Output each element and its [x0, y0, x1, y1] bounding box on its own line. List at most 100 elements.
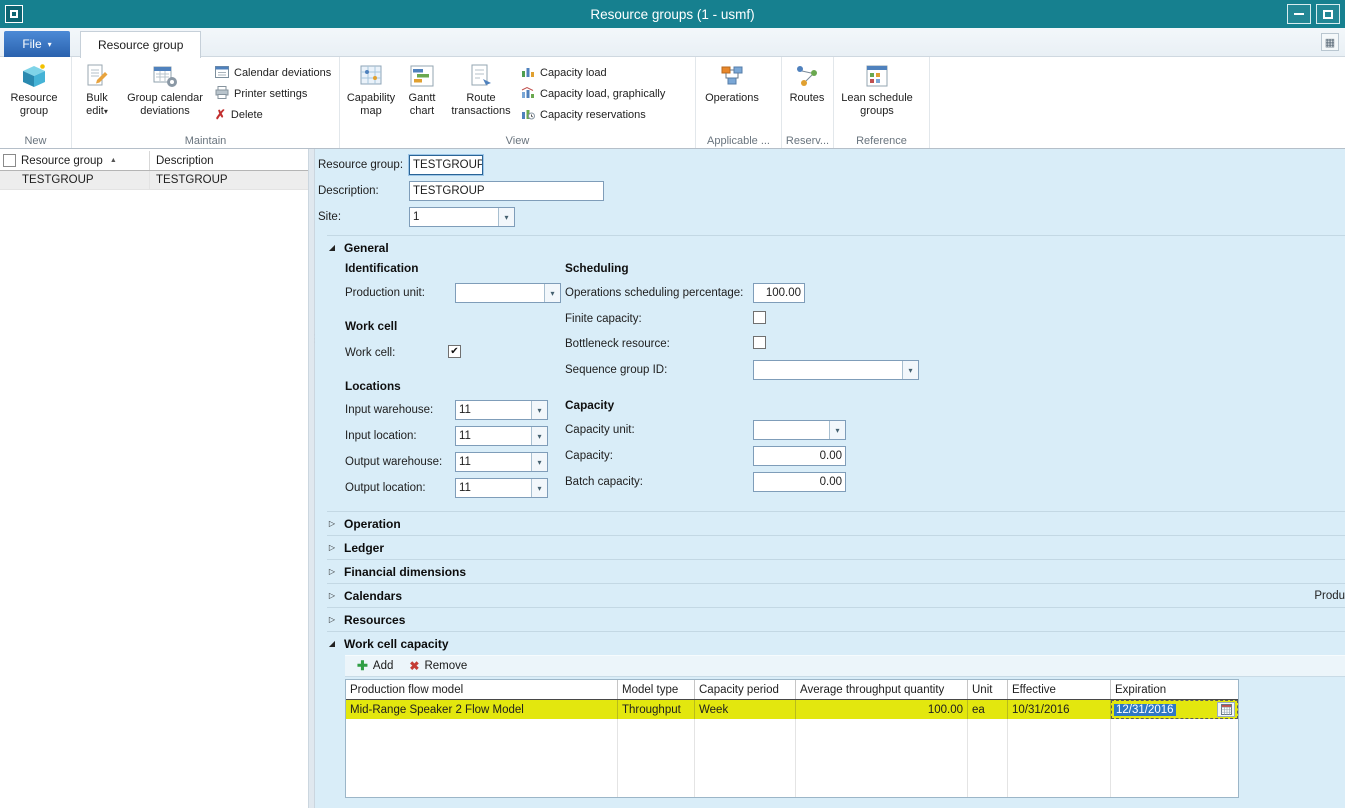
list-header-description[interactable]: Description — [150, 151, 308, 170]
capacity-load-graphically-label: Capacity load, graphically — [540, 88, 665, 100]
file-menu-button[interactable]: File ▾ — [4, 31, 70, 57]
resource-group-input[interactable]: TESTGROUP — [409, 155, 483, 175]
route-transactions-button[interactable]: Route transactions — [445, 59, 517, 118]
production-unit-value — [456, 284, 544, 302]
capacity-reservations-button[interactable]: Capacity reservations — [521, 106, 665, 123]
dropdown-arrow-icon[interactable]: ▾ — [531, 427, 547, 445]
col-average-throughput-quantity[interactable]: Average throughput quantity — [796, 680, 968, 699]
bulk-edit-button[interactable]: Bulk edit▾ — [75, 59, 119, 118]
content-area: Resource group ▲ Description TESTGROUP T… — [0, 149, 1345, 808]
printer-settings-label: Printer settings — [234, 88, 307, 100]
capability-map-label: Capability map — [343, 92, 399, 118]
section-resources[interactable]: ▷ Resources — [327, 607, 1345, 631]
capacity-load-graphically-button[interactable]: Capacity load, graphically — [521, 85, 665, 102]
site-field-label: Site: — [318, 211, 341, 223]
resource-group-field-label: Resource group: — [318, 159, 403, 171]
capacity-input[interactable]: 0.00 — [753, 446, 846, 466]
printer-settings-button[interactable]: Printer settings — [215, 85, 331, 102]
expiration-selected-value: 12/31/2016 — [1114, 704, 1176, 716]
route-transactions-icon — [468, 62, 494, 90]
date-picker-button[interactable] — [1217, 702, 1235, 717]
printer-icon — [215, 86, 229, 102]
list-header-row: Resource group ▲ Description — [0, 151, 308, 171]
capacity-load-label: Capacity load — [540, 67, 607, 79]
select-all-checkbox[interactable] — [3, 154, 16, 167]
input-location-combo[interactable]: 11 ▾ — [455, 426, 548, 446]
finite-capacity-checkbox[interactable] — [753, 311, 766, 324]
work-cell-checkbox[interactable]: ✔ — [448, 345, 461, 358]
bottleneck-resource-checkbox[interactable] — [753, 336, 766, 349]
section-calendars[interactable]: ▷ Calendars Produ — [327, 583, 1345, 607]
section-work-cell-capacity[interactable]: ◢ Work cell capacity — [327, 631, 1345, 655]
dropdown-arrow-icon[interactable]: ▾ — [531, 453, 547, 471]
maximize-button[interactable] — [1316, 4, 1340, 24]
bulk-edit-label: Bulk edit▾ — [75, 92, 119, 118]
minimize-button[interactable] — [1287, 4, 1311, 24]
window-title: Resource groups (1 - usmf) — [0, 7, 1345, 22]
chart-clock-icon — [521, 107, 535, 123]
cell-unit: ea — [968, 700, 1008, 719]
list-row-testgroup[interactable]: TESTGROUP TESTGROUP — [0, 171, 308, 190]
col-expiration[interactable]: Expiration — [1111, 680, 1238, 699]
calendar-deviations-button[interactable]: Calendar deviations — [215, 64, 331, 81]
section-general[interactable]: ◢ General — [327, 235, 1345, 259]
col-capacity-period[interactable]: Capacity period — [695, 680, 796, 699]
dropdown-arrow-icon[interactable]: ▾ — [902, 361, 918, 379]
capability-map-button[interactable]: Capability map — [343, 59, 399, 118]
ribbon-group-applicable: Operations Applicable ... — [696, 57, 782, 148]
list-header-resource-group[interactable]: Resource group ▲ — [0, 151, 150, 170]
output-warehouse-value: 11 — [456, 453, 531, 471]
list-header-description-label: Description — [156, 155, 214, 167]
input-location-value: 11 — [456, 427, 531, 445]
layout-toggle-icon[interactable]: ▦ — [1321, 33, 1339, 51]
section-ledger[interactable]: ▷ Ledger — [327, 535, 1345, 559]
description-input[interactable]: TESTGROUP — [409, 181, 604, 201]
dropdown-arrow-icon[interactable]: ▾ — [531, 401, 547, 419]
col-unit[interactable]: Unit — [968, 680, 1008, 699]
chevron-down-icon: ▾ — [48, 40, 52, 49]
capacity-load-button[interactable]: Capacity load — [521, 64, 665, 81]
detail-form: Resource group: TESTGROUP Description: T… — [315, 149, 1345, 808]
section-operation[interactable]: ▷ Operation — [327, 511, 1345, 535]
grid-data-row-highlighted[interactable]: Mid-Range Speaker 2 Flow Model Throughpu… — [346, 700, 1238, 719]
section-financial-dimensions[interactable]: ▷ Financial dimensions — [327, 559, 1345, 583]
routes-button[interactable]: Routes — [785, 59, 829, 105]
app-window: Resource groups (1 - usmf) File ▾ Resour… — [0, 0, 1345, 808]
lean-schedule-groups-button[interactable]: Lean schedule groups — [837, 59, 917, 118]
output-warehouse-combo[interactable]: 11 ▾ — [455, 452, 548, 472]
dropdown-arrow-icon[interactable]: ▾ — [544, 284, 560, 302]
dropdown-arrow-icon[interactable]: ▾ — [531, 479, 547, 497]
new-resource-group-label: Resource group — [3, 92, 65, 118]
delete-button[interactable]: ✗ Delete — [215, 106, 331, 123]
dropdown-arrow-icon[interactable]: ▾ — [498, 208, 514, 226]
panel-splitter[interactable]: ⋮⋮ — [308, 149, 315, 808]
routes-icon — [794, 62, 820, 90]
tab-resource-group[interactable]: Resource group — [80, 31, 201, 58]
osp-input[interactable]: 100.00 — [753, 283, 805, 303]
section-calendars-title: Calendars — [344, 589, 402, 603]
site-value: 1 — [410, 208, 498, 226]
sequence-group-combo[interactable]: ▾ — [753, 360, 919, 380]
batch-capacity-input[interactable]: 0.00 — [753, 472, 846, 492]
group-calendar-deviations-button[interactable]: Group calendar deviations — [119, 59, 211, 118]
capacity-unit-combo[interactable]: ▾ — [753, 420, 846, 440]
production-unit-combo[interactable]: ▾ — [455, 283, 561, 303]
add-button[interactable]: ✚ Add — [357, 658, 393, 674]
col-model-type[interactable]: Model type — [618, 680, 695, 699]
col-production-flow-model[interactable]: Production flow model — [346, 680, 618, 699]
work-cell-subtitle: Work cell — [345, 319, 397, 333]
bar-chart-icon — [521, 65, 535, 81]
dropdown-arrow-icon[interactable]: ▾ — [829, 421, 845, 439]
remove-button[interactable]: ✖ Remove — [409, 659, 467, 673]
operations-button[interactable]: Operations — [699, 59, 765, 105]
ribbon-group-label-maintain: Maintain — [72, 134, 339, 148]
input-warehouse-combo[interactable]: 11 ▾ — [455, 400, 548, 420]
output-location-combo[interactable]: 11 ▾ — [455, 478, 548, 498]
gantt-chart-button[interactable]: Gantt chart — [399, 59, 445, 118]
col-effective[interactable]: Effective — [1008, 680, 1111, 699]
new-resource-group-button[interactable]: Resource group — [3, 59, 65, 118]
cell-expiration-editing[interactable]: 12/31/2016 — [1111, 700, 1238, 719]
output-location-label: Output location: — [345, 482, 426, 494]
batch-capacity-label: Batch capacity: — [565, 476, 643, 488]
site-combo[interactable]: 1 ▾ — [409, 207, 515, 227]
